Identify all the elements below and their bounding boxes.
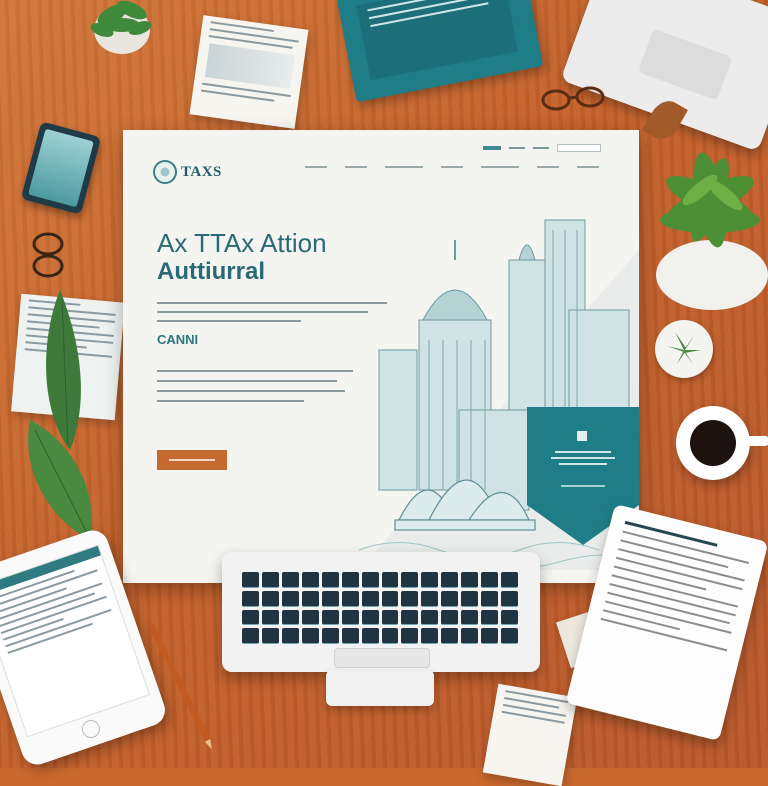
qr-code-icon (577, 431, 587, 441)
nav-item[interactable] (441, 166, 463, 168)
document-sheet (189, 15, 309, 129)
keyboard-keys (242, 572, 518, 644)
search-input[interactable] (557, 144, 601, 152)
plant-icon (660, 152, 760, 248)
site-logo[interactable]: TAXS (153, 160, 222, 184)
glasses-icon (541, 86, 605, 111)
plant-icon (28, 290, 92, 540)
utility-link[interactable] (533, 147, 549, 149)
tax-website-page: TAXS Ax TTAx Attion Auttiurral CANNI (123, 130, 639, 583)
nav-item[interactable] (537, 166, 559, 168)
laptop-keyboard (222, 552, 540, 672)
body-paragraph (157, 370, 353, 410)
succulent-pot (655, 320, 713, 378)
nav-item[interactable] (481, 166, 519, 168)
main-nav (305, 166, 599, 168)
hero-link[interactable]: CANNI (157, 332, 198, 347)
home-button (79, 717, 103, 741)
touchpad (334, 648, 430, 668)
glasses-icon (32, 232, 64, 278)
site-header: TAXS (123, 130, 639, 184)
utility-link[interactable] (483, 146, 501, 150)
nav-item[interactable] (345, 166, 367, 168)
plant-icon (667, 332, 701, 364)
nav-item[interactable] (385, 166, 423, 168)
nav-item[interactable] (577, 166, 599, 168)
hero-subheadline: Auttiurral (157, 258, 265, 285)
logo-text: TAXS (181, 163, 222, 180)
plant-icon (90, 0, 152, 54)
seal-icon (153, 160, 177, 184)
hero-headline: Ax TTAx Attion (157, 228, 327, 258)
cta-button[interactable] (157, 450, 227, 470)
document-sheet (482, 683, 578, 786)
utility-nav (483, 144, 601, 152)
laptop-stand (326, 670, 434, 706)
coffee-cup (676, 406, 768, 480)
nav-item[interactable] (305, 166, 327, 168)
utility-link[interactable] (509, 147, 525, 149)
